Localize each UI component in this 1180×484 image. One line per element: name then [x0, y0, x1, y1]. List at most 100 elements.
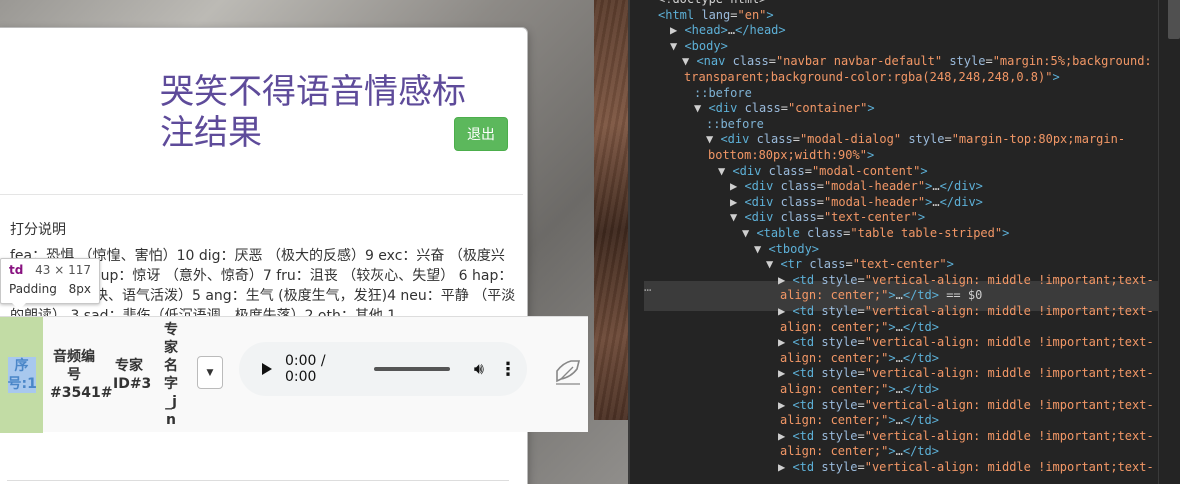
dom-node-line[interactable]: align: center;">…</td> — [780, 443, 939, 459]
dom-token: ▶ — [778, 366, 793, 381]
dom-token: ▶ — [778, 460, 793, 474]
dom-token: ▼ — [706, 132, 721, 147]
dom-node-line[interactable]: ▼ <tr class="text-center"> — [766, 256, 954, 272]
dom-node-line[interactable]: ▼ <body> — [670, 38, 728, 54]
dom-node-line[interactable]: align: center;">…</td> — [780, 319, 939, 335]
devtools-scrollbar[interactable] — [1158, 0, 1180, 484]
dom-node-line[interactable]: ▶ <td style="vertical-align: middle !imp… — [778, 303, 1154, 319]
dom-token: = — [857, 397, 865, 412]
dom-token: > — [866, 148, 875, 162]
dom-node-line[interactable]: ▶ <td style="vertical-align: middle !imp… — [778, 334, 1154, 350]
dom-token: "modal-header" — [823, 194, 926, 209]
dom-token: <div — [708, 101, 745, 116]
dom-token: ▼ — [718, 163, 733, 178]
dom-node-line[interactable]: align: center;">…</td> == $0 — [780, 287, 982, 303]
dom-token: ▶ — [730, 194, 745, 209]
dom-token: ▶ — [778, 272, 793, 287]
dom-token: = — [792, 132, 800, 147]
dom-token: class — [780, 210, 817, 225]
dom-node-line[interactable]: ▶ <td style="vertical-align: middle !imp… — [778, 272, 1154, 288]
volume-icon[interactable]: 🔊︎ — [474, 359, 484, 379]
dom-node-line[interactable]: ▶ <head>…</head> — [670, 22, 786, 38]
dom-token: align: center;" — [780, 288, 889, 303]
dom-node-line[interactable]: ▶ <td style="vertical-align: middle !imp… — [778, 428, 1154, 444]
dom-token: ▼ — [670, 38, 685, 53]
dom-node-line[interactable]: align: center;">…</td> — [780, 412, 939, 428]
more-dots-icon[interactable]: ⋯ — [644, 283, 651, 297]
audio-progress-track[interactable] — [373, 367, 450, 371]
dom-token: class — [732, 54, 769, 69]
dom-token: > — [766, 7, 774, 22]
seq-cell[interactable]: 序号:1 — [0, 317, 43, 433]
dom-token: ▼ — [694, 101, 709, 116]
play-icon[interactable] — [262, 363, 272, 375]
dom-token: </head> — [735, 23, 786, 38]
dom-node-line[interactable]: align: center;">…</td> — [780, 381, 939, 397]
seq-label: 序号:1 — [7, 357, 37, 393]
dom-token: style — [821, 460, 858, 474]
dom-node-line[interactable]: ▶ <div class="modal-header">…</div> — [730, 194, 983, 210]
dom-node-line[interactable]: ▼ <nav class="navbar navbar-default" sty… — [682, 53, 1152, 69]
dom-token: … — [895, 288, 903, 303]
dom-node-line[interactable]: ▼ <div class="modal-content"> — [718, 163, 928, 179]
dom-token: bottom:80px;width:90%" — [708, 148, 867, 162]
dom-token: <td — [792, 366, 822, 381]
dom-token: <tr — [780, 257, 810, 272]
tooltip-padding-label: Padding — [9, 282, 57, 296]
dom-token: … — [895, 413, 903, 428]
dom-node-line[interactable]: ▼ <table class="table table-striped"> — [742, 225, 1009, 241]
dom-token: ▶ — [778, 304, 793, 318]
dom-token: <div — [744, 194, 781, 209]
dom-token: </td> — [902, 288, 939, 303]
dom-node-line[interactable]: ▶ <td style="vertical-align: middle !imp… — [778, 397, 1154, 413]
dom-token: "vertical-align: middle !important;text- — [864, 272, 1154, 287]
dom-node-line[interactable]: ▶ <td style="vertical-align: middle !imp… — [778, 365, 1154, 381]
dom-token: <div — [744, 179, 781, 194]
dom-token: ▼ — [766, 257, 781, 272]
dom-token: <td — [792, 272, 822, 287]
audio-player[interactable]: 0:00 / 0:00 🔊︎ ⋮ — [239, 342, 527, 396]
dom-token: style — [821, 335, 858, 350]
signature-icon[interactable] — [553, 357, 583, 387]
tooltip-tag: td — [9, 263, 24, 277]
dom-token: class — [780, 179, 817, 194]
dom-node-line[interactable]: ▼ <tbody> — [754, 241, 819, 257]
dom-node-line[interactable]: ▶ <div class="modal-header">…</div> — [730, 178, 983, 194]
dom-node-line[interactable]: ::before — [694, 85, 752, 101]
dom-token: <div — [720, 132, 757, 147]
audio-no-label: 音频编号#3541# — [50, 349, 113, 401]
dom-token: … — [727, 23, 736, 38]
dom-token: ▼ — [742, 226, 757, 240]
emotion-select[interactable]: ▼ — [197, 356, 223, 389]
logout-button[interactable]: 退出 — [454, 117, 508, 151]
dom-node-line[interactable]: ▼ <div class="container"> — [694, 100, 875, 116]
dom-node-line[interactable]: ▼ <div class="modal-dialog" style="margi… — [706, 131, 1125, 147]
dom-node-line[interactable]: ▶ <td style="vertical-align: middle !imp… — [778, 459, 1154, 475]
dom-token: <table — [756, 226, 808, 240]
dom-token: = — [857, 335, 865, 350]
dom-node-line[interactable]: align: center;">…</td> — [780, 350, 939, 366]
dom-token: </td> — [902, 413, 939, 428]
dom-token: ▼ — [730, 210, 745, 225]
dom-token: ▶ — [778, 397, 793, 412]
dom-node-line[interactable]: ::before — [706, 116, 764, 132]
devtools-scrollbar-thumb[interactable] — [1168, 0, 1180, 39]
dom-token: style — [821, 428, 858, 443]
dom-node-line[interactable]: bottom:80px;width:90%"> — [708, 147, 874, 163]
dom-token: = — [985, 54, 993, 69]
dom-token: = — [857, 366, 865, 381]
dom-token: "navbar navbar-default" — [775, 54, 943, 69]
dom-token: <td — [792, 397, 822, 412]
dom-token: style — [942, 54, 986, 69]
dom-token: style — [821, 304, 858, 318]
more-options-icon[interactable]: ⋮ — [499, 359, 517, 380]
panel-divider[interactable] — [628, 0, 630, 484]
dom-token: … — [895, 382, 903, 396]
dom-node-line[interactable]: ▼ <div class="text-center"> — [730, 209, 925, 225]
dom-token: </div> — [939, 179, 983, 194]
dom-node-line[interactable]: transparent;background-color:rgba(248,24… — [684, 69, 1060, 85]
dom-token: ▼ — [754, 241, 769, 256]
dom-node-line[interactable]: <html lang="en"> — [658, 7, 774, 23]
dom-token: <div — [744, 210, 781, 225]
dom-token: > — [920, 163, 928, 178]
